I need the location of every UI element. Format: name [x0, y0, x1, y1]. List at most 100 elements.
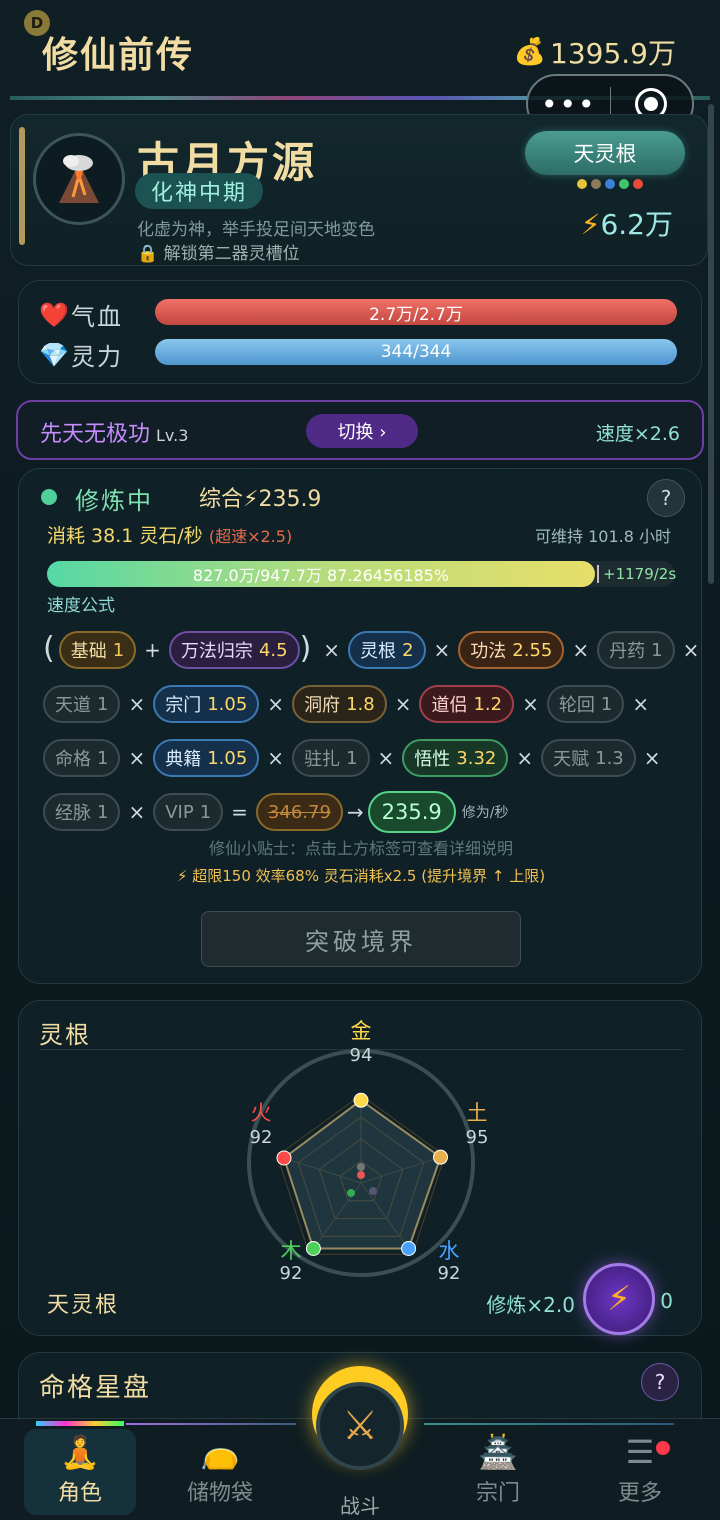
currency-display: 💰 1395.9万 — [514, 32, 676, 72]
radar-category-label: 水 — [438, 1239, 460, 1263]
radar-point — [401, 1240, 417, 1256]
formula-row: (基础 1 + 万法归宗 4.5) × 灵根 2 × 功法 2.55 × 丹药 1 × — [43, 623, 699, 677]
formula-chip[interactable]: 天道 1 — [43, 685, 121, 723]
menu-icon: ☰ — [625, 1433, 655, 1471]
technique-bar[interactable]: 先天无极功 Lv.3 切换 › 速度×2.6 — [16, 400, 704, 460]
technique-name: 先天无极功 — [40, 422, 151, 447]
scrollbar[interactable] — [708, 104, 714, 584]
mp-bar: 344/344 — [155, 339, 677, 365]
formula-operator: × — [522, 692, 539, 716]
tab-accent-line — [424, 1423, 674, 1425]
tab-accent-line — [126, 1423, 296, 1425]
formula-chip[interactable]: VIP 1 — [153, 793, 224, 831]
unlock-text: 解锁第二器灵槽位 — [163, 244, 300, 264]
chip-label: 驻扎 — [304, 749, 341, 770]
cultivation-card: 修炼中 综合⚡235.9 ? 消耗 38.1 灵石/秒 (超速×2.5) 可维持… — [18, 468, 702, 984]
formula-row: 经脉 1 × VIP 1 = 346.79 → 235.9 修为/秒 — [43, 785, 693, 839]
radar-category-label: 金 — [350, 1019, 372, 1043]
formula-chip[interactable]: 宗门 1.05 — [153, 685, 260, 723]
app-page: D 修仙前传 💰 1395.9万 ••• 古月方源 化神中期 化虚为神，举手投足… — [0, 0, 720, 1520]
realm-description: 化虚为神，举手投足间天地变色 — [137, 220, 375, 240]
formula-chip[interactable]: 经脉 1 — [43, 793, 121, 831]
formula-chip[interactable]: 万法归宗 4.5 — [168, 631, 300, 669]
tab-more[interactable]: ☰ 更多 — [584, 1429, 696, 1515]
formula-chip[interactable]: 道侣 1.2 — [419, 685, 515, 723]
app-title: 修仙前传 — [42, 35, 195, 76]
chip-value: 1 — [97, 801, 109, 823]
chip-label: 悟性 — [414, 749, 451, 770]
formula-chip[interactable]: 驻扎 1 — [292, 739, 370, 777]
tab-label: 宗门 — [475, 1481, 520, 1506]
bag-icon: 👝 — [200, 1433, 240, 1471]
tab-sect[interactable]: 🏯 宗门 — [442, 1429, 554, 1515]
currency-value: 1395.9万 — [550, 37, 676, 70]
radar-inner-dot — [369, 1187, 377, 1195]
help-button[interactable]: ? — [647, 479, 685, 517]
money-bag-icon: 💰 — [513, 37, 547, 67]
spirit-root-card: 灵根 天灵根 修炼×2.0 ⚡ 0 金 94 土 95 水 92 木 92 火 92 — [18, 1000, 702, 1336]
formula-chip[interactable]: 功法 2.55 — [458, 631, 565, 669]
radar-category-label: 木 — [280, 1239, 302, 1263]
spirit-stone-consumption: 消耗 38.1 灵石/秒 (超速×2.5) — [47, 521, 292, 548]
radar-value-label: 92 — [437, 1263, 461, 1284]
chip-label: 经脉 — [55, 803, 91, 824]
tab-storage-bag[interactable]: 👝 储物袋 — [164, 1429, 276, 1515]
radar-category-label: 土 — [466, 1101, 488, 1125]
formula-operator: × — [267, 746, 285, 770]
chip-value: 1 — [97, 693, 109, 715]
chip-label: 道侣 — [431, 695, 468, 716]
crossed-swords-icon: ⚔ — [342, 1403, 378, 1449]
star-chart-help-button[interactable]: ? — [641, 1363, 679, 1401]
technique-speed: 速度×2.6 — [595, 423, 680, 445]
formula-row: 天道 1 × 宗门 1.05 × 洞府 1.8 × 道侣 1.2 × 轮回 1 × — [43, 677, 693, 731]
chip-value: 1 — [112, 639, 125, 661]
volcano-icon — [59, 155, 99, 203]
chip-value: 1.05 — [207, 747, 248, 769]
progress-rate: +1179/2s — [597, 565, 676, 583]
tab-battle[interactable]: ⚔ — [316, 1382, 404, 1470]
formula-chip[interactable]: 丹药 1 — [597, 631, 675, 669]
avatar[interactable] — [33, 133, 125, 225]
tab-character[interactable]: 🧘 角色 — [24, 1429, 136, 1515]
spirit-root-button[interactable]: 天灵根 — [525, 131, 685, 175]
radar-point — [276, 1150, 292, 1166]
chip-value: 1 — [97, 747, 109, 769]
formula-operator: × — [128, 746, 146, 770]
formula-chip[interactable]: 典籍 1.05 — [153, 739, 260, 777]
chip-label: 轮回 — [558, 695, 595, 716]
stats-card: ❤️ 气血 2.7万/2.7万 💎 灵力 344/344 — [18, 280, 702, 384]
chip-value: 1.3 — [595, 747, 624, 769]
root-color-dot — [619, 179, 629, 189]
formula-chip[interactable]: 洞府 1.8 — [292, 685, 387, 723]
formula-chip[interactable]: 悟性 3.32 — [402, 739, 509, 777]
chip-label: 基础 — [70, 641, 107, 662]
formula-operator: × — [632, 692, 650, 716]
formula-chip[interactable]: 轮回 1 — [546, 685, 625, 723]
lightning-boost-button[interactable]: ⚡ — [583, 1263, 655, 1335]
notification-dot — [656, 1441, 670, 1455]
final-speed-value: 235.9 — [367, 791, 456, 833]
formula-chip[interactable]: 基础 1 — [58, 631, 137, 669]
chip-label: 洞府 — [304, 695, 341, 716]
chip-value: 4.5 — [258, 639, 288, 661]
formula-operator: × — [572, 638, 590, 662]
formula-operator: × — [323, 638, 341, 662]
chip-label: 功法 — [470, 641, 507, 662]
formula-row: 命格 1 × 典籍 1.05 × 驻扎 1 × 悟性 3.32 × 天赋 1.3 × — [43, 731, 693, 785]
breakthrough-button[interactable]: 突破境界 — [201, 911, 521, 967]
formula-title: 速度公式 — [47, 596, 115, 616]
technique-level: Lv.3 — [156, 426, 189, 445]
formula-operator: + — [144, 638, 161, 662]
status-dot-icon — [41, 489, 57, 505]
switch-technique-button[interactable]: 切换 › — [306, 414, 418, 448]
realm-badge: 化神中期 — [135, 173, 263, 209]
cultivation-tip: 修仙小贴士：点击上方标签可查看详细说明 — [208, 839, 513, 858]
spirit-root-name: 天灵根 — [47, 1293, 120, 1318]
formula-chip[interactable]: 命格 1 — [43, 739, 121, 777]
boost-count: 0 — [660, 1289, 673, 1313]
formula-chip[interactable]: 灵根 2 — [348, 631, 426, 669]
formula-chip[interactable]: 天赋 1.3 — [541, 739, 636, 777]
radar-inner-dot — [347, 1189, 355, 1197]
cultivation-progress-bar: 827.0万/947.7万 87.26456185% — [47, 561, 595, 587]
radar-value-label: 92 — [279, 1263, 303, 1284]
